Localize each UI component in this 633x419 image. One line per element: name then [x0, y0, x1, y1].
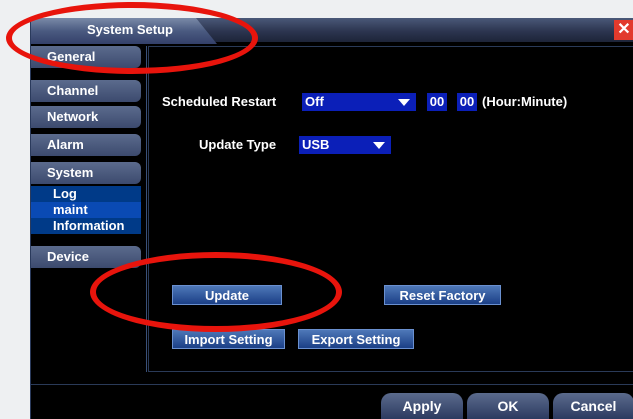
sidebar-item-network[interactable]: Network [31, 106, 141, 128]
title-bar: System Setup ✕ [31, 18, 633, 44]
update-type-value: USB [302, 137, 330, 152]
reset-factory-button[interactable]: Reset Factory [384, 285, 501, 305]
maint-panel: Scheduled Restart Off 00 00 (Hour:Minute… [148, 46, 633, 372]
sidebar-item-system[interactable]: System [31, 162, 141, 184]
hour-input[interactable]: 00 [427, 93, 447, 111]
sidebar-subitem-maint[interactable]: maint [31, 202, 141, 218]
footer-bar: Apply OK Cancel [31, 384, 633, 419]
update-type-label: Update Type [199, 137, 277, 152]
time-unit-label: (Hour:Minute) [482, 94, 568, 109]
sidebar-item-channel[interactable]: Channel [31, 80, 141, 102]
cancel-button[interactable]: Cancel [553, 393, 633, 419]
chevron-down-icon [398, 99, 410, 106]
close-icon[interactable]: ✕ [614, 20, 633, 40]
sidebar-subitem-log[interactable]: Log [31, 186, 141, 202]
sidebar-item-general[interactable]: General [31, 46, 141, 68]
ok-button[interactable]: OK [467, 393, 549, 419]
update-button[interactable]: Update [172, 285, 282, 305]
chevron-down-icon [373, 142, 385, 149]
minute-input[interactable]: 00 [457, 93, 477, 111]
sidebar-subitem-information[interactable]: Information [31, 218, 141, 234]
scheduled-restart-select[interactable]: Off [302, 93, 416, 111]
export-setting-button[interactable]: Export Setting [298, 329, 414, 349]
sidebar-item-device[interactable]: Device [31, 246, 141, 268]
sidebar-item-alarm[interactable]: Alarm [31, 134, 141, 156]
sidebar: General Channel Network Alarm System Log… [31, 46, 147, 372]
update-type-select[interactable]: USB [299, 136, 391, 154]
import-setting-button[interactable]: Import Setting [172, 329, 285, 349]
apply-button[interactable]: Apply [381, 393, 463, 419]
system-setup-window: System Setup ✕ General Channel Network A… [30, 18, 633, 419]
scheduled-restart-value: Off [305, 94, 324, 109]
scheduled-restart-label: Scheduled Restart [162, 94, 277, 109]
window-title: System Setup [87, 22, 173, 37]
